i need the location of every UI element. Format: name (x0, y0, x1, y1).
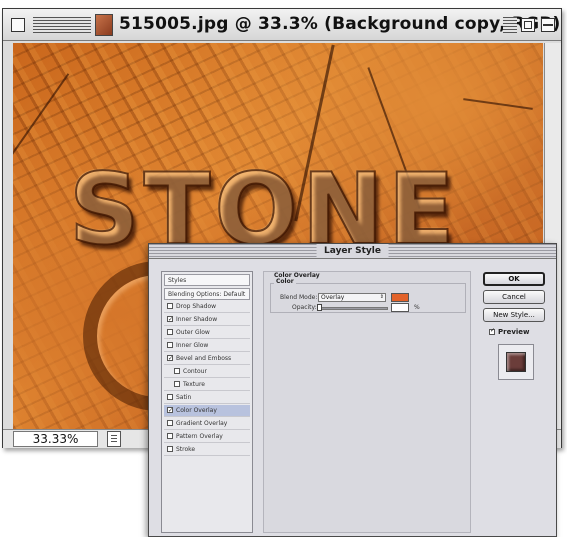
style-item-label: Stroke (176, 446, 196, 453)
style-item-label: Color Overlay (176, 407, 217, 414)
style-item-stroke[interactable]: Stroke (164, 444, 250, 456)
outer-glow-checkbox[interactable] (167, 329, 173, 335)
style-item-contour[interactable]: Contour (164, 366, 250, 378)
style-item-color-overlay[interactable]: Color Overlay (164, 405, 250, 417)
document-info-icon[interactable] (107, 431, 121, 447)
titlebar-stripes-right (503, 17, 517, 33)
stroke-checkbox[interactable] (167, 446, 173, 452)
rock-crack (13, 73, 70, 173)
titlebar-stripes (33, 17, 91, 33)
style-item-label: Contour (183, 368, 207, 375)
blend-mode-value: Overlay (321, 294, 345, 301)
color-overlay-panel: Color Overlay Color Blend Mode: Overlay … (263, 271, 471, 533)
style-item-pattern-overlay[interactable]: Pattern Overlay (164, 431, 250, 443)
dialog-titlebar[interactable]: Layer Style (149, 244, 556, 259)
ok-button[interactable]: OK (483, 272, 545, 286)
style-item-texture[interactable]: Texture (164, 379, 250, 391)
style-item-label: Drop Shadow (176, 303, 217, 310)
document-proxy-icon[interactable] (95, 14, 113, 36)
styles-header-label: Styles (168, 277, 187, 284)
style-item-label: Inner Shadow (176, 316, 218, 323)
style-item-gradient-overlay[interactable]: Gradient Overlay (164, 418, 250, 430)
style-item-label: Gradient Overlay (176, 420, 228, 427)
style-item-label: Texture (183, 381, 205, 388)
layer-style-dialog: Layer Style Styles Blending Options: Def… (148, 243, 557, 537)
opacity-unit: % (414, 304, 420, 311)
cancel-button[interactable]: Cancel (483, 290, 545, 304)
overlay-color-swatch[interactable] (391, 293, 409, 302)
drop-shadow-checkbox[interactable] (167, 303, 173, 309)
style-item-label: Bevel and Emboss (176, 355, 232, 362)
blending-options-label: Blending Options: Default (168, 291, 246, 298)
new-style-button[interactable]: New Style... (483, 308, 545, 322)
style-item-inner-shadow[interactable]: Inner Shadow (164, 314, 250, 326)
select-arrows-icon: ⇕ (379, 294, 384, 300)
opacity-label: Opacity: (292, 304, 317, 311)
style-item-outer-glow[interactable]: Outer Glow (164, 327, 250, 339)
blend-mode-label: Blend Mode: (280, 294, 318, 301)
style-item-inner-glow[interactable]: Inner Glow (164, 340, 250, 352)
document-title: 515005.jpg @ 33.3% (Background copy, RGB… (119, 14, 561, 34)
gradient-overlay-checkbox[interactable] (167, 420, 173, 426)
zoom-box-icon[interactable] (521, 18, 535, 32)
styles-header[interactable]: Styles (164, 274, 250, 286)
style-item-bevel-emboss[interactable]: Bevel and Emboss (164, 353, 250, 365)
style-item-label: Satin (176, 394, 192, 401)
rock-crack (463, 98, 533, 110)
color-overlay-checkbox[interactable] (167, 405, 173, 416)
preview-checkbox[interactable] (489, 327, 495, 335)
zoom-level-field[interactable]: 33.33% (13, 431, 98, 447)
blend-mode-select[interactable]: Overlay ⇕ (318, 293, 386, 302)
style-item-label: Pattern Overlay (176, 433, 223, 440)
inner-glow-checkbox[interactable] (167, 342, 173, 348)
opacity-slider[interactable] (317, 304, 388, 311)
group-title: Color (274, 278, 296, 285)
inner-shadow-checkbox[interactable] (167, 314, 173, 325)
style-preview (498, 344, 534, 380)
blending-options-item[interactable]: Blending Options: Default (164, 288, 250, 300)
style-item-label: Outer Glow (176, 329, 210, 336)
preview-toggle[interactable]: Preview (489, 327, 530, 336)
document-titlebar[interactable]: 515005.jpg @ 33.3% (Background copy, RGB… (3, 9, 561, 41)
preview-label: Preview (498, 328, 530, 336)
pattern-overlay-checkbox[interactable] (167, 433, 173, 439)
style-preview-swatch (506, 352, 526, 372)
opacity-slider-thumb[interactable] (317, 304, 322, 311)
style-item-label: Inner Glow (176, 342, 209, 349)
style-item-drop-shadow[interactable]: Drop Shadow (164, 301, 250, 313)
contour-checkbox[interactable] (174, 368, 180, 374)
bevel-emboss-checkbox[interactable] (167, 353, 173, 364)
opacity-input[interactable] (391, 303, 409, 312)
satin-checkbox[interactable] (167, 394, 173, 400)
close-box-icon[interactable] (11, 18, 25, 32)
styles-list: Styles Blending Options: Default Drop Sh… (161, 271, 253, 533)
collapse-box-icon[interactable] (541, 18, 555, 32)
style-item-satin[interactable]: Satin (164, 392, 250, 404)
dialog-title: Layer Style (316, 244, 389, 258)
texture-checkbox[interactable] (174, 381, 180, 387)
